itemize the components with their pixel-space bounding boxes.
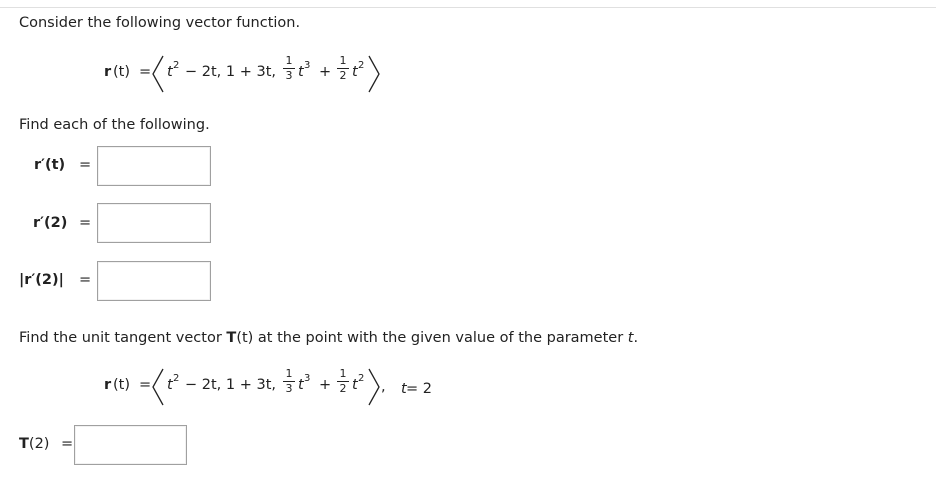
q2-label: r′(2) (33, 215, 68, 231)
answer-input-magnitude-r-prime-2[interactable] (97, 261, 211, 301)
q4-label: T(2) (19, 436, 50, 452)
fraction-one-half: 12 (337, 368, 349, 395)
answer-input-r-prime-t[interactable] (97, 146, 211, 186)
param-value: = 2 (406, 381, 432, 397)
right-angle-bracket-icon (368, 368, 380, 406)
func2-lhs-r: r (104, 377, 112, 393)
q2-eq: = (79, 215, 92, 231)
c3-exp: 3 (304, 373, 311, 384)
q4-eq: = (61, 436, 74, 452)
func-lhs-arg: (t) (113, 64, 130, 80)
find-each-text: Find each of the following. (19, 117, 210, 133)
c1-base: t (167, 64, 173, 80)
tangent-prompt: Find the unit tangent vector T(t) at the… (19, 330, 639, 346)
func-lhs-r: r (104, 64, 112, 80)
fraction-one-third: 13 (283, 368, 295, 395)
c3-base: t (298, 377, 304, 393)
intro-text: Consider the following vector function. (19, 15, 301, 31)
q1-eq: = (79, 157, 92, 173)
c1-exp: 2 (173, 373, 180, 384)
q3-label: |r′(2)| (19, 272, 64, 288)
left-angle-bracket-icon (152, 368, 164, 406)
right-angle-bracket-icon (368, 55, 380, 93)
fraction-one-third: 13 (283, 55, 295, 82)
c1-rest: − 2t, 1 + 3t, (185, 377, 277, 393)
func2-plus: + (319, 377, 332, 393)
q1-label: r′(t) (34, 157, 66, 173)
func-plus: + (319, 64, 332, 80)
answer-input-T-2[interactable] (74, 425, 187, 465)
c3-base: t (298, 64, 304, 80)
func2-comma: , (381, 379, 386, 395)
c4-exp: 2 (358, 373, 365, 384)
func2-lhs-arg: (t) (113, 377, 130, 393)
c4-base: t (352, 64, 358, 80)
left-angle-bracket-icon (152, 55, 164, 93)
top-divider (0, 7, 936, 8)
fraction-one-half: 12 (337, 55, 349, 82)
c4-base: t (352, 377, 358, 393)
answer-input-r-prime-2[interactable] (97, 203, 211, 243)
c3-exp: 3 (304, 60, 311, 71)
q3-eq: = (79, 272, 92, 288)
c1-exp: 2 (173, 60, 180, 71)
c1-base: t (167, 377, 173, 393)
c4-exp: 2 (358, 60, 365, 71)
c1-rest: − 2t, 1 + 3t, (185, 64, 277, 80)
